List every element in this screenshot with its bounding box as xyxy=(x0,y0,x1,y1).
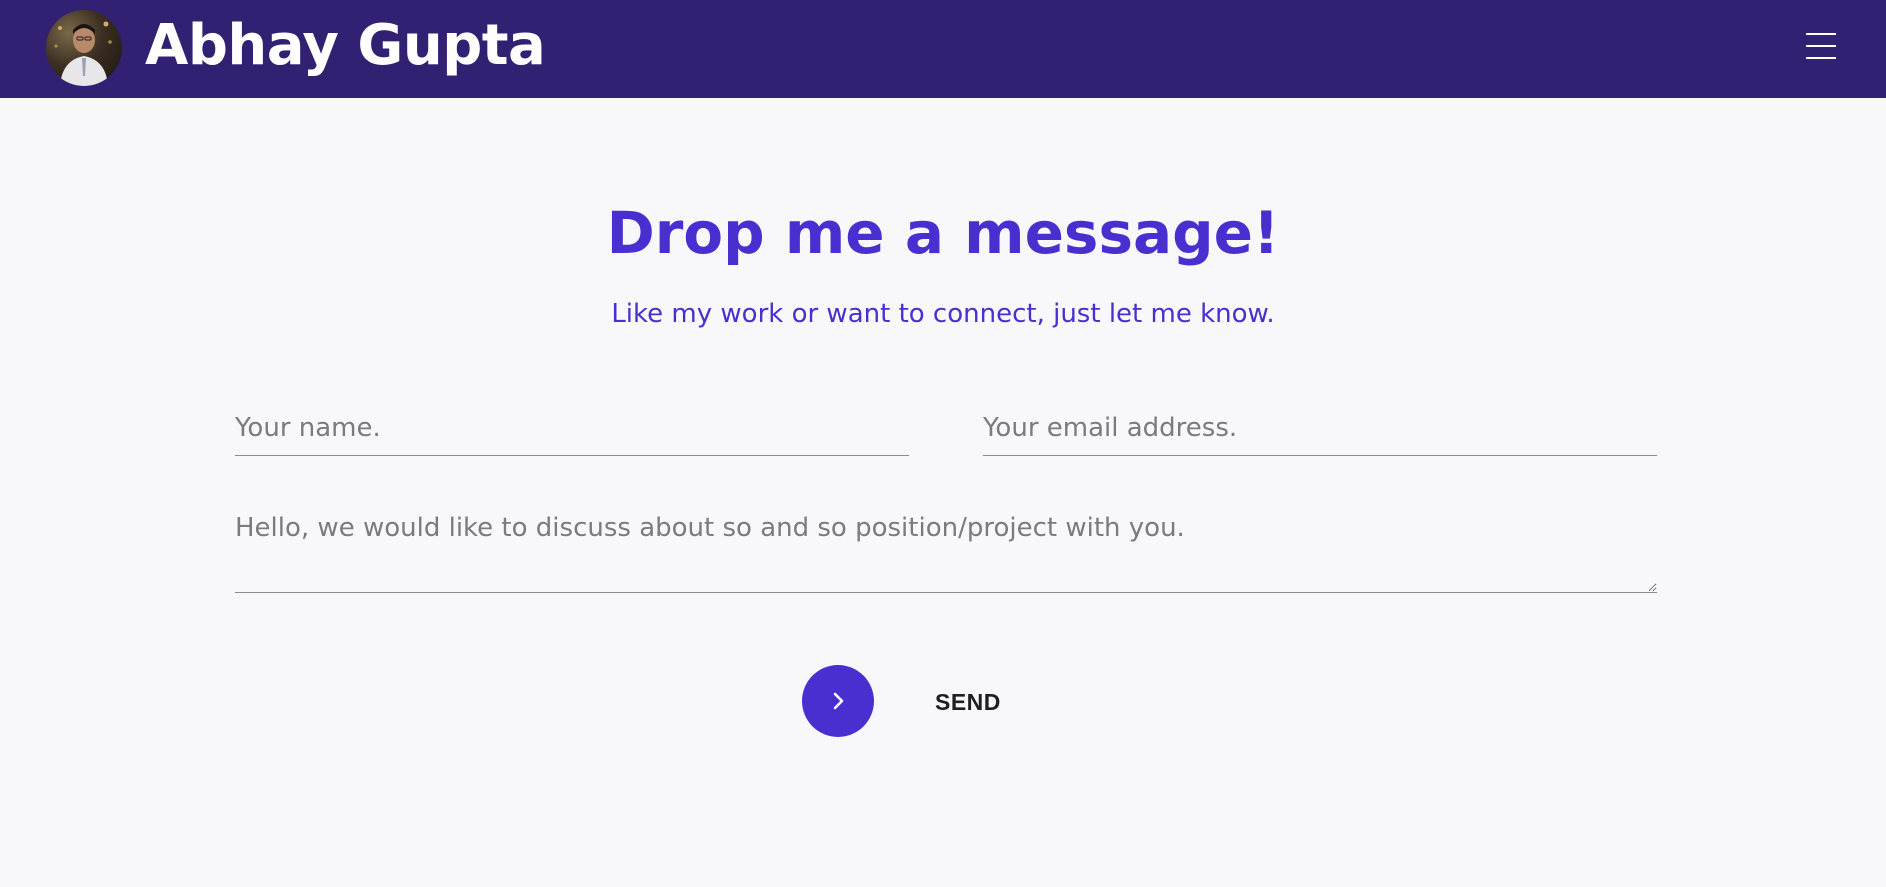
menu-line xyxy=(1806,45,1836,47)
page-title: Drop me a message! xyxy=(606,199,1280,267)
name-input[interactable] xyxy=(235,400,909,456)
menu-line xyxy=(1806,57,1836,59)
avatar[interactable] xyxy=(46,10,122,86)
email-input[interactable] xyxy=(983,400,1657,456)
chevron-right-icon xyxy=(833,692,844,710)
page-subtitle: Like my work or want to connect, just le… xyxy=(611,299,1275,329)
avatar-photo-icon xyxy=(54,21,112,86)
site-title[interactable]: Abhay Gupta xyxy=(145,12,546,80)
message-textarea[interactable] xyxy=(235,510,1657,593)
send-label[interactable]: SEND xyxy=(935,688,1001,716)
site-header: Abhay Gupta xyxy=(0,0,1886,98)
send-button[interactable] xyxy=(802,665,874,737)
menu-line xyxy=(1806,33,1836,35)
hamburger-menu-icon[interactable] xyxy=(1798,26,1842,66)
